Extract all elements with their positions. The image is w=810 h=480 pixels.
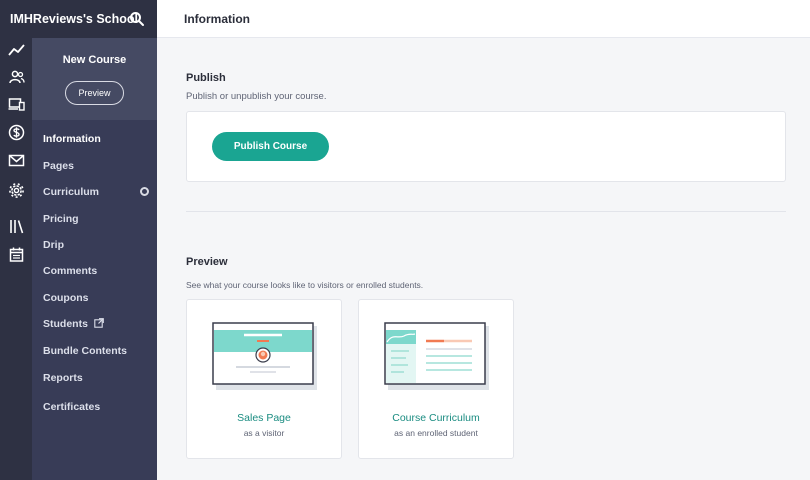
sidebar-item-reports[interactable]: Reports: [43, 372, 83, 384]
sidebar-item-curriculum[interactable]: Curriculum: [43, 186, 99, 198]
mail-icon[interactable]: [8, 152, 25, 169]
sidebar-item-bundle-contents[interactable]: Bundle Contents: [43, 345, 127, 357]
course-curriculum-title[interactable]: Course Curriculum: [359, 412, 513, 424]
sales-page-illustration: [212, 322, 317, 390]
curriculum-status-icon: [140, 187, 149, 196]
settings-icon[interactable]: [8, 182, 25, 199]
publish-description: Publish or unpublish your course.: [186, 91, 327, 102]
publish-heading: Publish: [186, 72, 226, 84]
course-title: New Course: [62, 54, 127, 66]
preview-button[interactable]: Preview: [65, 81, 124, 105]
sidebar-item-students-label: Students: [43, 318, 88, 330]
preview-description: See what your course looks like to visit…: [186, 280, 424, 290]
sidebar-item-drip[interactable]: Drip: [43, 239, 64, 251]
sidebar-item-pricing[interactable]: Pricing: [43, 213, 79, 225]
sales-page-preview-card[interactable]: Sales Page as a visitor: [186, 299, 342, 459]
sales-page-title[interactable]: Sales Page: [187, 412, 341, 424]
preview-heading: Preview: [186, 256, 228, 268]
page-title: Information: [184, 12, 250, 26]
sidebar-item-comments[interactable]: Comments: [43, 265, 97, 277]
trend-icon[interactable]: [8, 42, 25, 59]
course-curriculum-preview-card[interactable]: Course Curriculum as an enrolled student: [358, 299, 514, 459]
sidebar-item-pages[interactable]: Pages: [43, 160, 74, 172]
sidebar-item-coupons[interactable]: Coupons: [43, 292, 89, 304]
school-header: IMHReviews's School: [0, 0, 157, 38]
school-name[interactable]: IMHReviews's School: [10, 12, 138, 26]
sidebar-item-information[interactable]: Information: [43, 133, 101, 145]
publish-course-button[interactable]: Publish Course: [212, 132, 329, 161]
course-header: New Course Preview: [32, 38, 157, 120]
section-divider: [186, 211, 786, 212]
sidebar-item-certificates[interactable]: Certificates: [43, 401, 100, 413]
users-icon[interactable]: [8, 69, 25, 86]
library-icon[interactable]: [8, 218, 25, 235]
sidebar-item-students[interactable]: Students: [43, 318, 104, 330]
sales-page-subtitle: as a visitor: [243, 428, 285, 438]
icon-rail: [0, 38, 32, 480]
devices-icon[interactable]: [8, 96, 25, 113]
curriculum-illustration: [384, 322, 489, 390]
calendar-icon[interactable]: [8, 246, 25, 263]
publish-card: Publish Course: [186, 111, 786, 182]
external-link-icon: [94, 318, 104, 328]
course-curriculum-subtitle: as an enrolled student: [394, 428, 478, 438]
dollar-icon[interactable]: [8, 124, 25, 141]
search-icon[interactable]: [129, 11, 145, 27]
top-bar: Information: [157, 0, 810, 38]
course-sidebar: New Course Preview Information Pages Cur…: [32, 38, 157, 480]
